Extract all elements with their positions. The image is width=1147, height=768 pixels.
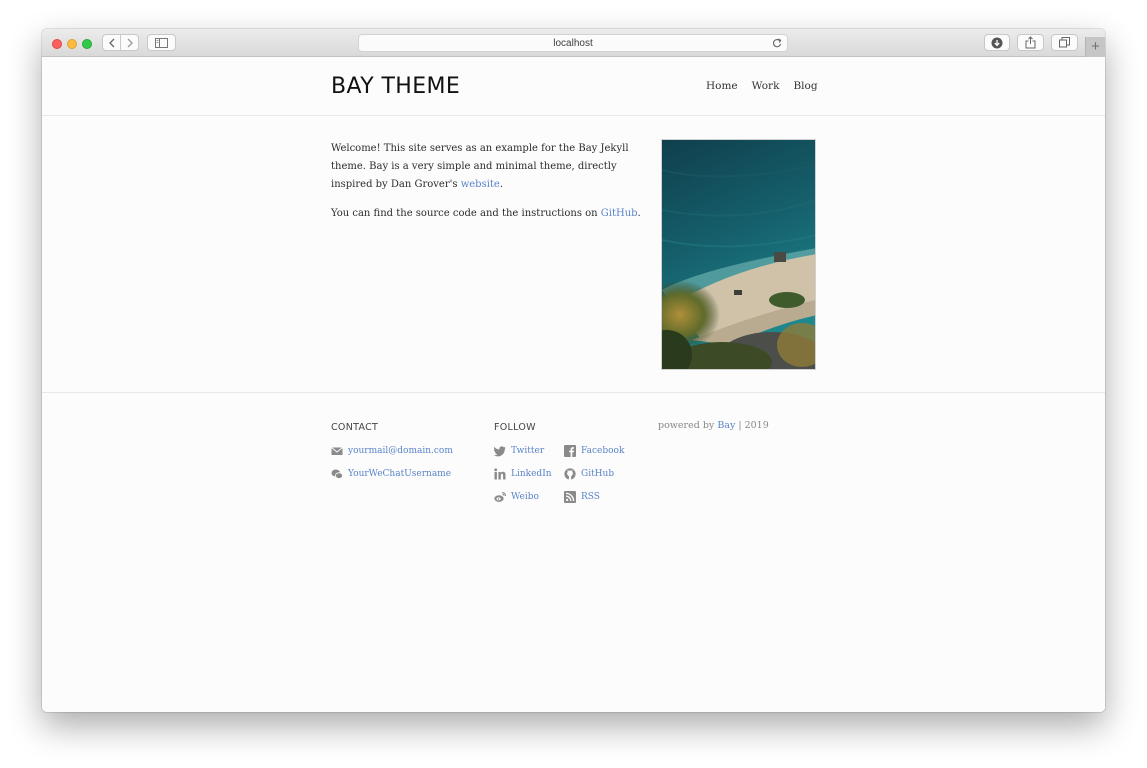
rss-icon <box>564 491 576 503</box>
facebook-link[interactable]: Facebook <box>564 445 624 457</box>
back-button[interactable] <box>102 34 121 51</box>
chevron-left-icon <box>108 38 114 47</box>
contact-heading: CONTACT <box>331 422 379 433</box>
tabs-icon <box>1059 37 1070 48</box>
nav-link-work[interactable]: Work <box>752 80 780 92</box>
facebook-icon <box>564 445 576 457</box>
beach-aerial-photo <box>661 139 816 370</box>
website-link[interactable]: website <box>461 179 500 190</box>
site-footer: CONTACT yourmail@domain.com YourWeChatUs… <box>42 394 1105 594</box>
close-window-button[interactable] <box>52 39 62 49</box>
reload-icon[interactable] <box>772 38 782 48</box>
powered-by-text: powered by Bay | 2019 <box>658 420 769 431</box>
intro-paragraph: Welcome! This site serves as an example … <box>331 143 629 190</box>
downloads-button[interactable] <box>984 34 1010 51</box>
wechat-icon <box>331 469 343 479</box>
share-button[interactable] <box>1017 34 1044 51</box>
show-sidebar-button[interactable] <box>147 34 176 51</box>
chevron-right-icon <box>127 38 133 47</box>
follow-heading: FOLLOW <box>494 422 536 433</box>
address-bar[interactable]: localhost <box>358 34 788 52</box>
rss-link[interactable]: RSS <box>564 491 600 503</box>
intro-text: Welcome! This site serves as an example … <box>331 140 643 223</box>
nav-link-blog[interactable]: Blog <box>793 80 817 92</box>
site-title[interactable]: BAY THEME <box>331 74 460 99</box>
main-content: Welcome! This site serves as an example … <box>42 117 1105 393</box>
new-tab-button[interactable]: + <box>1085 37 1105 57</box>
address-bar-url: localhost <box>553 38 593 49</box>
bay-theme-link[interactable]: Bay <box>717 420 735 431</box>
download-icon <box>991 37 1003 48</box>
github-link[interactable]: GitHub <box>564 468 614 480</box>
site-nav: Home Work Blog <box>706 80 818 92</box>
nav-link-home[interactable]: Home <box>706 80 738 92</box>
github-icon <box>564 468 576 480</box>
forward-button[interactable] <box>120 34 139 51</box>
linkedin-icon <box>494 468 506 480</box>
share-icon <box>1025 36 1036 49</box>
show-all-tabs-button[interactable] <box>1051 34 1078 51</box>
mail-icon <box>331 447 343 455</box>
twitter-icon <box>494 446 506 457</box>
minimize-window-button[interactable] <box>67 39 77 49</box>
contact-wechat-link[interactable]: YourWeChatUsername <box>331 468 451 480</box>
sidebar-icon <box>155 37 168 48</box>
web-page: BAY THEME Home Work Blog Welcome! This s… <box>42 58 1105 712</box>
browser-window: localhost + BAY THEME Home Work Blog Wel… <box>42 29 1105 712</box>
source-paragraph: You can find the source code and the ins… <box>331 208 641 219</box>
linkedin-link[interactable]: LinkedIn <box>494 468 552 480</box>
contact-email-link[interactable]: yourmail@domain.com <box>331 445 453 457</box>
zoom-window-button[interactable] <box>82 39 92 49</box>
weibo-link[interactable]: Weibo <box>494 491 539 503</box>
twitter-link[interactable]: Twitter <box>494 445 544 457</box>
browser-toolbar: localhost + <box>42 29 1105 57</box>
site-header: BAY THEME Home Work Blog <box>42 58 1105 116</box>
github-source-link[interactable]: GitHub <box>601 208 638 219</box>
weibo-icon <box>494 491 506 502</box>
